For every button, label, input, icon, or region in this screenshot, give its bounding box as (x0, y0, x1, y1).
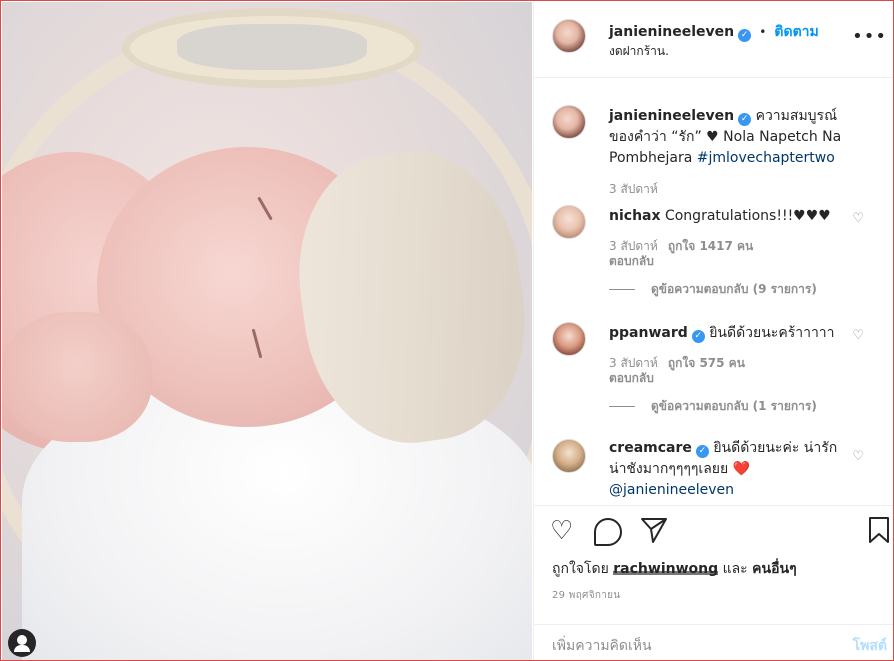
reply-button[interactable]: ตอบกลับ (609, 254, 654, 268)
more-options-icon[interactable]: ••• (852, 26, 887, 47)
liked-by-prefix: ถูกใจโดย (552, 561, 614, 577)
comment-username[interactable]: ppanward (609, 325, 688, 341)
comment-text: ppanward ✓ ยินดีด้วยนะคร้าาาาา (609, 323, 849, 344)
author-line: janienineeleven ✓ • ติดตาม (609, 21, 819, 43)
comment-time[interactable]: 3 สัปดาห์ (609, 356, 658, 370)
caption-username[interactable]: janienineeleven (609, 108, 734, 124)
liked-by-others[interactable]: คนอื่นๆ (752, 561, 796, 577)
add-comment-input[interactable]: เพิ่มความคิดเห็น (552, 635, 652, 657)
comment-item: creamcare ✓ ยินดีด้วยนะค่ะ น่ารักน่าชังมา… (552, 437, 882, 505)
reply-button[interactable]: ตอบกลับ (609, 371, 654, 385)
comment-bubble-icon[interactable] (594, 518, 622, 546)
tagged-user-icon[interactable] (8, 629, 36, 657)
comment-likes[interactable]: ถูกใจ 575 คน (668, 356, 745, 370)
author-avatar[interactable] (552, 19, 586, 53)
incubator-port-hole (177, 24, 367, 70)
view-replies-label: ดูข้อความตอบกลับ (9 รายการ) (651, 282, 817, 296)
comment-meta: 3 สัปดาห์ ถูกใจ 575 คน ตอบกลับ (609, 356, 745, 386)
liked-by-user[interactable]: rachwinwong (613, 561, 719, 577)
verified-badge-icon: ✓ (738, 113, 752, 126)
comment-username[interactable]: nichax (609, 208, 661, 224)
comment-text: nichax Congratulations!!!♥♥♥ (609, 206, 849, 227)
instagram-post-window: janienineeleven ✓ • ติดตาม งดฝากร้าน. •••… (0, 0, 894, 661)
like-comment-heart-icon[interactable]: ♡ (852, 211, 864, 226)
like-comment-heart-icon[interactable]: ♡ (852, 328, 864, 343)
bookmark-icon[interactable] (868, 516, 890, 551)
add-comment-bar: เพิ่มความคิดเห็น โพสต์ (534, 624, 893, 660)
verified-badge-icon: ✓ (738, 29, 752, 42)
comment-body: ยินดีด้วยนะคร้าาาาา (709, 325, 835, 341)
comment-meta: 3 สัปดาห์ ถูกใจ 1417 คน ตอบกลับ (609, 239, 753, 269)
comment-body: Congratulations!!!♥♥♥ (664, 208, 831, 224)
commenter-avatar[interactable] (552, 439, 586, 473)
caption-text: janienineeleven ✓ ความสมบูรณ์ของคำว่า “รั… (609, 106, 849, 169)
post-date[interactable]: 29 พฤศจิกายน (552, 588, 620, 603)
commenter-avatar[interactable] (552, 205, 586, 239)
share-paper-plane-icon[interactable] (640, 516, 668, 551)
caption-item: janienineeleven ✓ ความสมบูรณ์ของคำว่า “รั… (552, 103, 882, 196)
author-username[interactable]: janienineeleven (609, 24, 734, 40)
author-avatar[interactable] (552, 105, 586, 139)
liked-by-and: และ (718, 561, 753, 577)
baby-hand (2, 312, 152, 442)
post-actions: ♡ ถูกใจโดย rachwinwong และ คนอื่นๆ 29 พฤ… (534, 505, 893, 625)
comment-likes[interactable]: ถูกใจ 1417 คน (668, 239, 753, 253)
view-replies-button[interactable]: ดูข้อความตอบกลับ (1 รายการ) (609, 397, 817, 416)
liked-by-summary: ถูกใจโดย rachwinwong และ คนอื่นๆ (552, 558, 797, 580)
caption-hashtag[interactable]: #jmlovechaptertwo (697, 150, 835, 166)
view-replies-label: ดูข้อความตอบกลับ (1 รายการ) (651, 399, 817, 413)
verified-badge-icon: ✓ (695, 445, 709, 458)
post-side-panel: janienineeleven ✓ • ติดตาม งดฝากร้าน. •••… (533, 2, 893, 660)
follow-button[interactable]: ติดตาม (774, 24, 818, 40)
comment-mention[interactable]: @janienineeleven (609, 482, 734, 498)
commenter-avatar[interactable] (552, 322, 586, 356)
post-header: janienineeleven ✓ • ติดตาม งดฝากร้าน. ••• (534, 2, 893, 78)
divider-line (609, 406, 635, 407)
view-replies-button[interactable]: ดูข้อความตอบกลับ (9 รายการ) (609, 280, 817, 299)
comments-list: janienineeleven ✓ ความสมบูรณ์ของคำว่า “รั… (534, 79, 893, 505)
like-comment-heart-icon[interactable]: ♡ (852, 449, 864, 464)
comment-time[interactable]: 3 สัปดาห์ (609, 239, 658, 253)
post-photo[interactable] (2, 2, 532, 660)
verified-badge-icon: ✓ (691, 330, 705, 343)
comment-text: creamcare ✓ ยินดีด้วยนะค่ะ น่ารักน่าชังมา… (609, 438, 849, 501)
caption-time[interactable]: 3 สัปดาห์ (609, 182, 658, 197)
post-location[interactable]: งดฝากร้าน. (609, 42, 669, 61)
comment-username[interactable]: creamcare (609, 440, 692, 456)
post-comment-button[interactable]: โพสต์ (853, 635, 887, 657)
divider-line (609, 289, 635, 290)
like-heart-icon[interactable]: ♡ (550, 516, 573, 546)
separator-dot: • (759, 25, 767, 39)
